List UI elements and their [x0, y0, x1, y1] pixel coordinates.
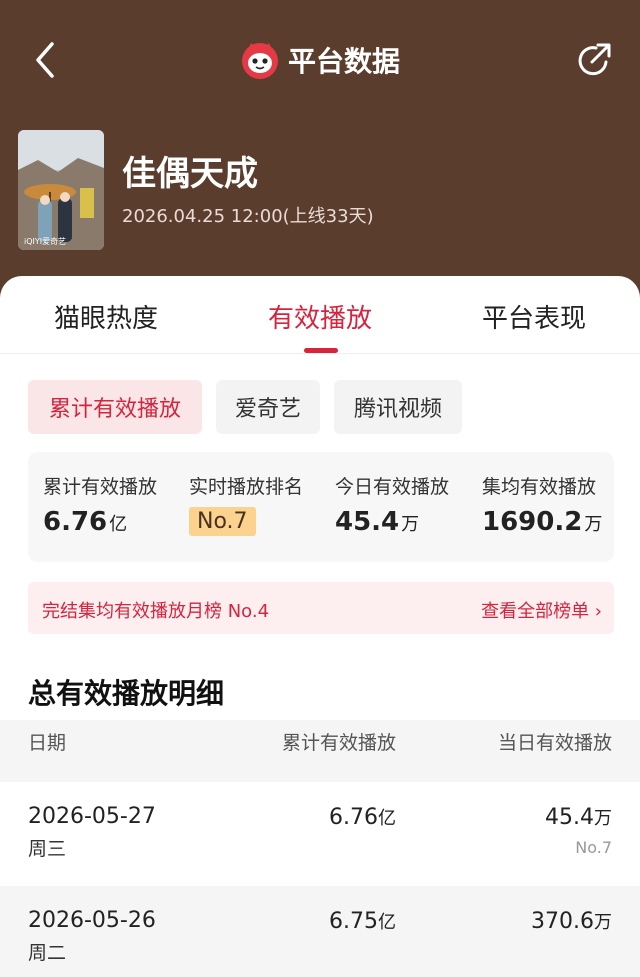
chip-tencent-video[interactable]: 腾讯视频: [334, 380, 462, 434]
tab-platform-performance[interactable]: 平台表现: [482, 298, 586, 335]
share-icon[interactable]: [574, 40, 614, 80]
poster-brand: iQIYI爱奇艺: [24, 236, 66, 246]
row-daily: 45.4万: [545, 805, 612, 830]
column-daily: 当日有效播放: [497, 732, 612, 754]
table-row[interactable]: 2026-05-26 周二 6.75亿 370.6万: [0, 886, 640, 977]
row-weekday: 周三: [28, 838, 67, 860]
chip-cumulative[interactable]: 累计有效播放: [28, 380, 202, 434]
movie-title: 佳偶天成: [122, 154, 258, 194]
stat-cumulative: 累计有效播放 6.76 亿: [43, 472, 157, 537]
row-weekday: 周二: [28, 942, 67, 964]
row-cumulative: 6.76亿: [329, 805, 396, 830]
rank-badge: No.7: [189, 507, 256, 536]
stat-today: 今日有效播放 45.4 万: [335, 472, 449, 537]
stat-label: 集均有效播放: [482, 476, 597, 498]
stat-label: 累计有效播放: [43, 476, 158, 498]
view-all-rankings-link[interactable]: 查看全部榜单 ›: [481, 597, 602, 623]
data-card: 猫眼热度 有效播放 平台表现 累计有效播放 爱奇艺 腾讯视频 累计有效播放 6.…: [0, 276, 640, 977]
stat-label: 实时播放排名: [189, 476, 304, 498]
movie-poster[interactable]: iQIYI爱奇艺: [18, 130, 104, 250]
stats-panel: 累计有效播放 6.76 亿 实时播放排名 No.7 今日有效播放 45.4 万 集均…: [28, 452, 614, 562]
ranking-banner[interactable]: 完结集均有效播放月榜 No.4 查看全部榜单 ›: [28, 582, 614, 634]
nav-bar: 平台数据: [0, 30, 640, 90]
header: 平台数据 iQIYI爱奇艺 佳偶天成 2026.04.25 12:00(上线33…: [0, 0, 640, 300]
maoyan-cat-icon: [240, 40, 280, 80]
table-row[interactable]: 2026-05-27 周三 6.76亿 45.4万 No.7: [0, 782, 640, 886]
column-date: 日期: [28, 732, 67, 754]
tab-active-indicator: [304, 348, 338, 353]
chevron-left-icon[interactable]: [28, 40, 68, 80]
stat-value: 1690.2 万: [482, 507, 603, 537]
row-daily: 370.6万: [531, 909, 612, 934]
table-header: 日期 累计有效播放 当日有效播放: [0, 720, 640, 782]
tab-effective-play[interactable]: 有效播放: [268, 298, 372, 335]
banner-text: 完结集均有效播放月榜 No.4: [42, 601, 270, 622]
chip-iqiyi[interactable]: 爱奇艺: [216, 380, 320, 434]
stat-label: 今日有效播放: [335, 476, 450, 498]
stat-value: 45.4 万: [335, 507, 420, 537]
row-date: 2026-05-26: [28, 908, 156, 933]
stat-per-episode: 集均有效播放 1690.2 万: [482, 472, 602, 537]
row-cumulative: 6.75亿: [329, 909, 396, 934]
nav-title-group: 平台数据: [240, 38, 400, 82]
row-rank: No.7: [575, 838, 612, 857]
tab-bar: 猫眼热度 有效播放 平台表现: [0, 276, 640, 354]
row-date: 2026-05-27: [28, 804, 156, 829]
stat-value: 6.76 亿: [43, 507, 128, 537]
stat-realtime-rank: 实时播放排名 No.7: [189, 472, 303, 536]
movie-release-date: 2026.04.25 12:00(上线33天): [122, 206, 374, 227]
tab-maoyan-heat[interactable]: 猫眼热度: [54, 298, 158, 335]
page-title: 平台数据: [288, 45, 401, 78]
column-cumulative: 累计有效播放: [281, 732, 396, 754]
section-title: 总有效播放明细: [28, 677, 225, 710]
